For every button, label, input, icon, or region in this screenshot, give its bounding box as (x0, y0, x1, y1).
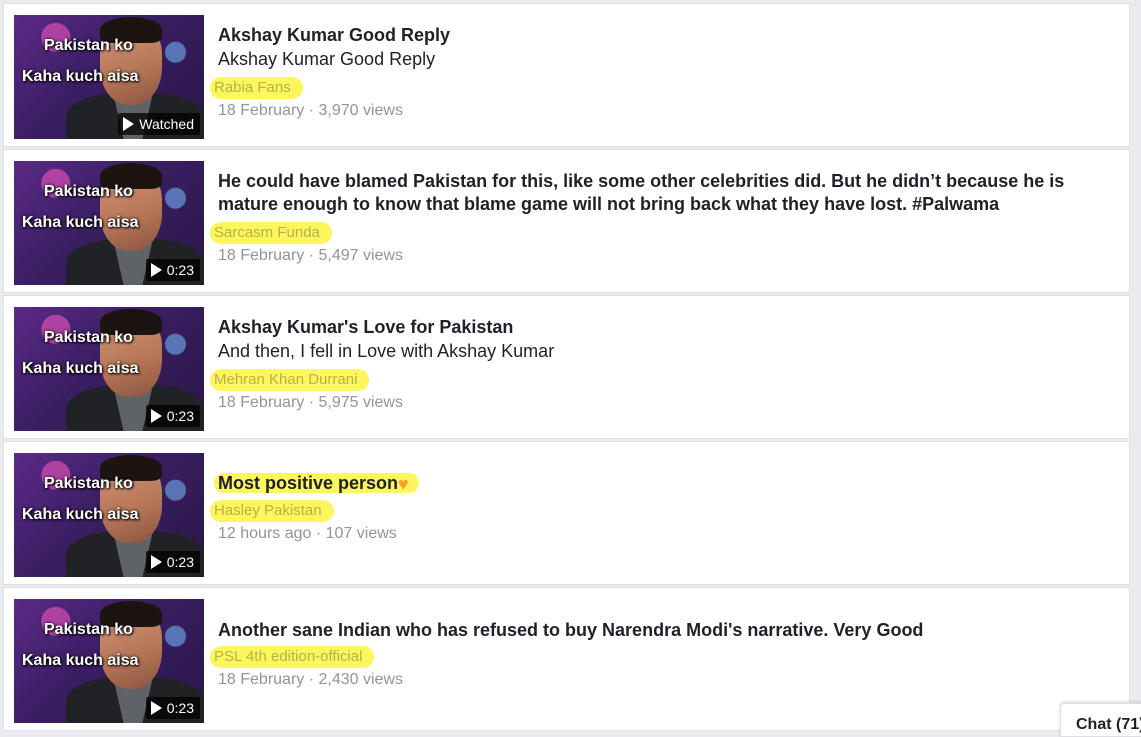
thumbnail-caption: Kaha kuch aisa (22, 214, 139, 231)
channel-link[interactable]: Mehran Khan Durrani (210, 369, 370, 391)
video-card[interactable]: Pakistan ko Kaha kuch aisa 0:23 He could… (3, 149, 1130, 293)
thumbnail-caption: Pakistan ko (44, 329, 133, 346)
video-card[interactable]: Pakistan ko Kaha kuch aisa 0:23 Most pos… (3, 441, 1130, 585)
orange-heart-icon: ♥ (398, 474, 409, 494)
video-thumbnail[interactable]: Pakistan ko Kaha kuch aisa Watched (14, 15, 204, 139)
video-title[interactable]: Akshay Kumar's Love for Pakistan (218, 316, 1119, 339)
thumbnail-caption: Kaha kuch aisa (22, 360, 139, 377)
thumbnail-caption: Pakistan ko (44, 621, 133, 638)
channel-link[interactable]: PSL 4th edition-official (210, 646, 375, 668)
duration-badge: 0:23 (145, 697, 200, 719)
chat-button[interactable]: Chat (71) (1060, 703, 1141, 737)
channel-link[interactable]: Rabia Fans (210, 77, 303, 99)
video-thumbnail[interactable]: Pakistan ko Kaha kuch aisa 0:23 (14, 307, 204, 431)
video-card[interactable]: Pakistan ko Kaha kuch aisa Watched Aksha… (3, 3, 1130, 147)
video-meta: 18 February · 5,975 views (218, 394, 403, 411)
play-icon (150, 263, 162, 277)
video-card[interactable]: Pakistan ko Kaha kuch aisa 0:23 Akshay K… (3, 295, 1130, 439)
video-title[interactable]: Most positive person♥ (214, 472, 1119, 496)
thumbnail-caption: Pakistan ko (44, 475, 133, 492)
channel-link[interactable]: Sarcasm Funda (210, 222, 332, 244)
video-thumbnail[interactable]: Pakistan ko Kaha kuch aisa 0:23 (14, 161, 204, 285)
thumbnail-caption: Pakistan ko (44, 37, 133, 54)
watched-badge: Watched (118, 113, 200, 135)
video-title[interactable]: Akshay Kumar Good Reply (218, 24, 1119, 47)
video-meta: 18 February · 5,497 views (218, 247, 403, 264)
play-icon (150, 409, 162, 423)
video-description: And then, I fell in Love with Akshay Kum… (218, 341, 555, 361)
duration-badge: 0:23 (145, 405, 200, 427)
video-meta: 12 hours ago · 107 views (218, 525, 397, 542)
video-meta: 18 February · 2,430 views (218, 671, 403, 688)
play-icon (150, 701, 162, 715)
channel-link[interactable]: Hasley Pakistan (210, 500, 334, 522)
video-meta: 18 February · 3,970 views (218, 102, 403, 119)
video-title[interactable]: Another sane Indian who has refused to b… (218, 619, 1119, 642)
video-thumbnail[interactable]: Pakistan ko Kaha kuch aisa 0:23 (14, 453, 204, 577)
video-description: Akshay Kumar Good Reply (218, 49, 436, 69)
duration-badge: 0:23 (145, 259, 200, 281)
thumbnail-caption: Kaha kuch aisa (22, 506, 139, 523)
duration-badge: 0:23 (145, 551, 200, 573)
video-title[interactable]: He could have blamed Pakistan for this, … (218, 170, 1119, 216)
play-icon (123, 117, 135, 131)
thumbnail-caption: Kaha kuch aisa (22, 652, 139, 669)
video-card[interactable]: Pakistan ko Kaha kuch aisa 0:23 Another … (3, 587, 1130, 731)
play-icon (150, 555, 162, 569)
video-thumbnail[interactable]: Pakistan ko Kaha kuch aisa 0:23 (14, 599, 204, 723)
thumbnail-caption: Kaha kuch aisa (22, 68, 139, 85)
thumbnail-caption: Pakistan ko (44, 183, 133, 200)
